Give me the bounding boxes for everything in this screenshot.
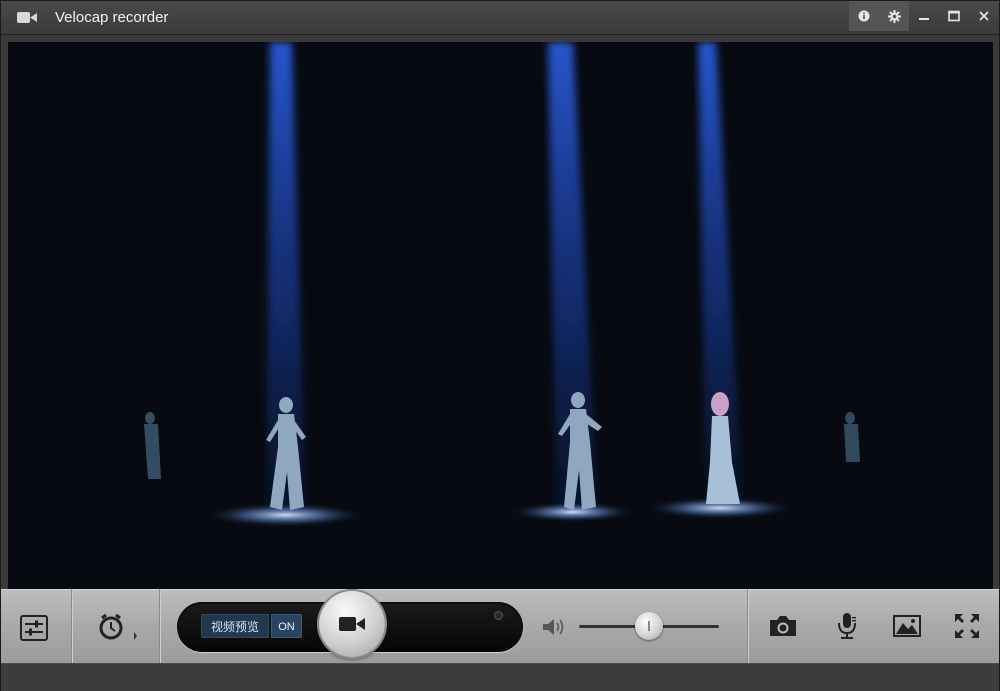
status-led (494, 611, 503, 620)
camera-icon (770, 616, 796, 636)
video-camera-icon (339, 617, 365, 631)
settings-button[interactable] (879, 1, 909, 31)
background-dancer (844, 412, 860, 462)
gear-icon (887, 9, 901, 23)
status-bar (1, 663, 999, 691)
maximize-button[interactable] (939, 1, 969, 31)
window-title: Velocap recorder (55, 9, 169, 26)
speaker-icon (543, 619, 564, 635)
close-button[interactable] (969, 1, 999, 31)
title-bar[interactable]: Velocap recorder (1, 1, 999, 35)
minimize-button[interactable] (909, 1, 939, 31)
light-pool (205, 503, 365, 527)
divider (71, 589, 72, 663)
screenshot-button[interactable] (765, 609, 801, 643)
volume-slider-knob[interactable] (635, 612, 663, 640)
fullscreen-icon (955, 614, 979, 638)
sliders-icon (20, 615, 48, 641)
gallery-button[interactable] (889, 609, 925, 643)
settings-panel-button[interactable] (17, 611, 51, 645)
schedule-button[interactable] (95, 609, 141, 645)
app-window: Velocap recorder 视频预览 ON (0, 0, 1000, 691)
divider (747, 589, 748, 663)
close-icon (979, 11, 989, 21)
maximize-icon (948, 10, 960, 22)
video-preview[interactable] (8, 42, 993, 589)
microphone-icon (838, 613, 856, 639)
preview-label: 视频预览 (201, 614, 270, 638)
microphone-button[interactable] (831, 609, 863, 643)
volume-button[interactable] (539, 613, 569, 641)
window-buttons (849, 1, 999, 31)
background-dancer (144, 412, 161, 479)
info-icon (858, 10, 870, 22)
image-icon (893, 615, 921, 637)
divider (159, 589, 160, 663)
minimize-icon (919, 18, 929, 20)
video-camera-icon (17, 12, 37, 23)
record-button[interactable] (319, 591, 385, 657)
video-frame (144, 42, 860, 527)
info-button[interactable] (849, 1, 879, 31)
preview-toggle[interactable]: ON (271, 614, 302, 638)
alarm-clock-icon (99, 613, 137, 640)
fullscreen-button[interactable] (949, 609, 985, 643)
